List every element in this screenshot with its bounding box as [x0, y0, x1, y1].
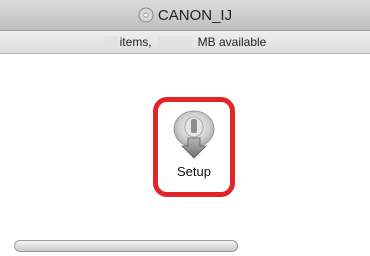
available-label: MB available [197, 35, 267, 49]
window-title: CANON_IJ [157, 6, 233, 24]
window-titlebar[interactable]: CANON_IJ [0, 0, 370, 31]
horizontal-scrollbar[interactable] [0, 238, 370, 256]
disc-volume-icon [138, 7, 154, 23]
setup-installer-icon [173, 110, 215, 159]
window-status-bar: items, MB available [0, 31, 370, 54]
window-title-wrap: CANON_IJ [0, 0, 370, 30]
items-label: items, [119, 35, 152, 49]
setup-file-item[interactable]: Setup [153, 97, 235, 197]
window-content: Setup [0, 54, 370, 256]
horizontal-scrollbar-thumb[interactable] [14, 240, 238, 252]
item-count-placeholder [103, 35, 118, 49]
setup-file-label: Setup [177, 164, 211, 179]
available-size-placeholder [157, 35, 192, 49]
